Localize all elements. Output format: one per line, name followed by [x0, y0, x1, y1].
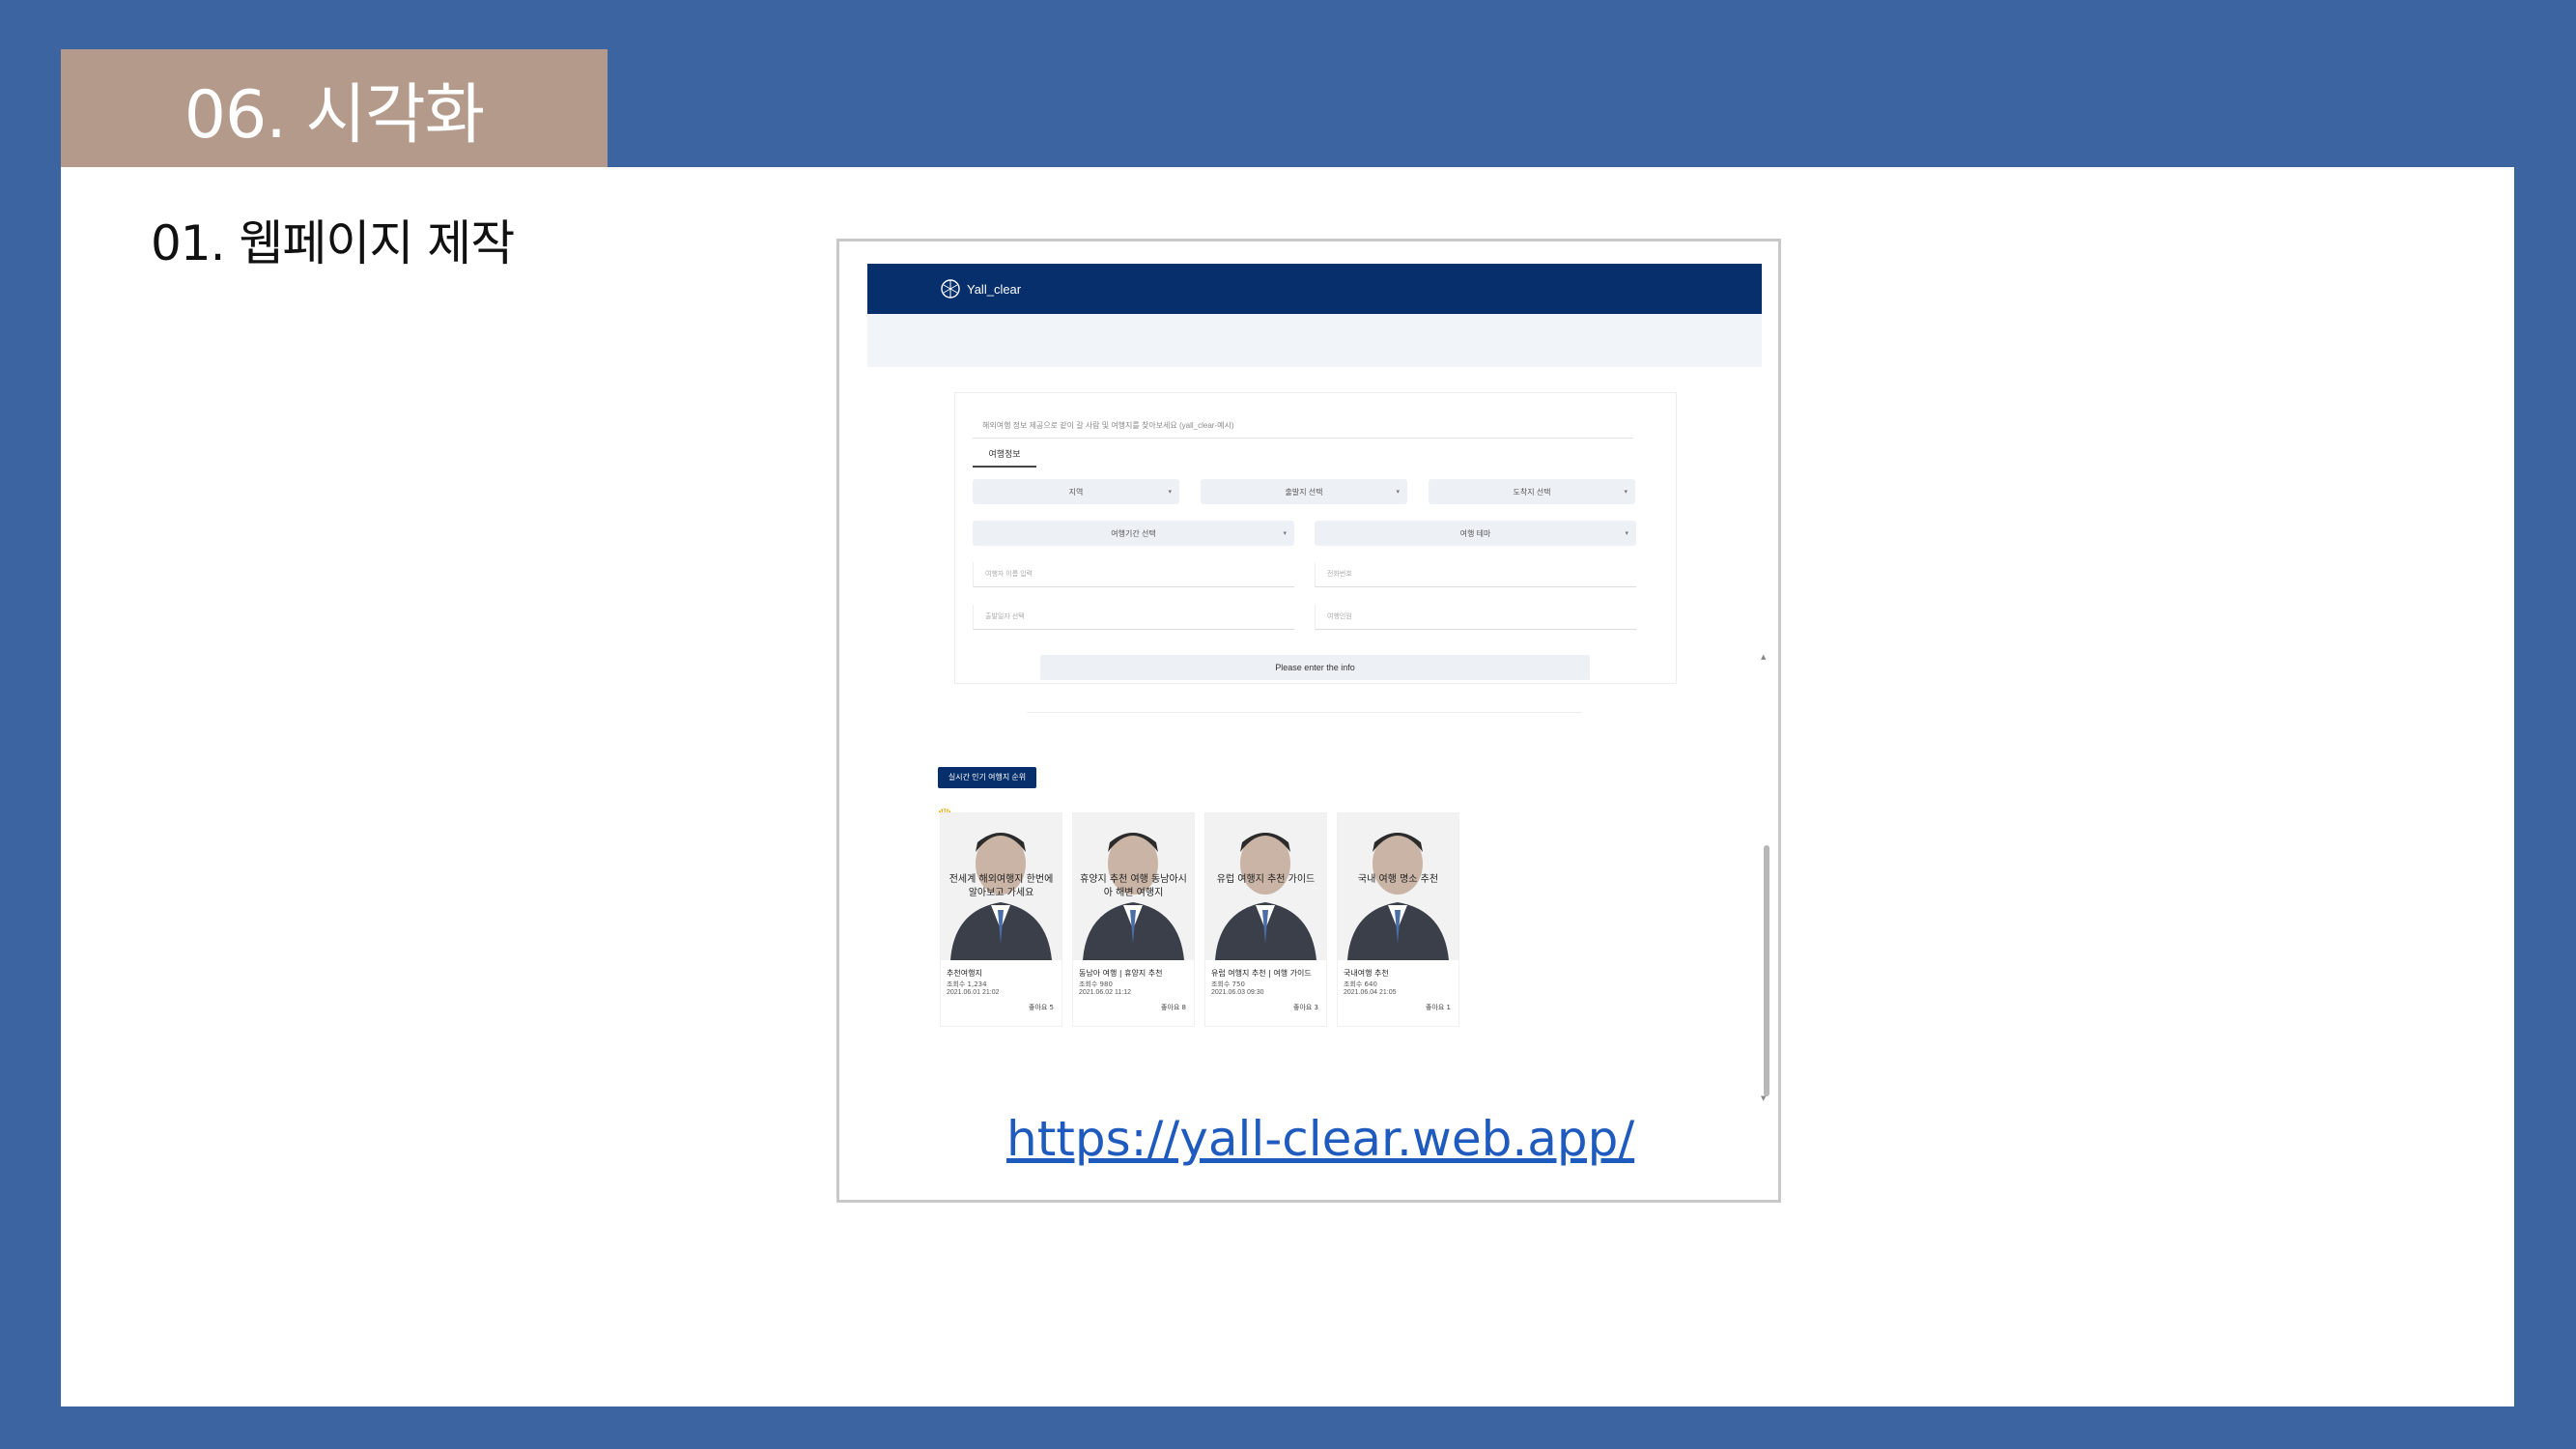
sub-header-bar	[867, 314, 1762, 367]
screenshot-frame	[836, 239, 1781, 1203]
theme-select[interactable]: 여행 테마 ▾	[1315, 521, 1636, 546]
card-date: 2021.06.03 09:30	[1211, 989, 1264, 996]
date-input[interactable]: 출발일자 선택	[973, 605, 1294, 630]
card-date: 2021.06.02 11:12	[1079, 989, 1131, 996]
card-likes: 좋아요 1	[1426, 1004, 1451, 1011]
chevron-down-icon: ▾	[1396, 489, 1400, 496]
destination-select-label: 도착지 선택	[1513, 487, 1551, 497]
name-input[interactable]: 여행자 이름 입력	[973, 562, 1294, 587]
chevron-down-icon: ▾	[1624, 489, 1628, 496]
website-link[interactable]: https://yall-clear.web.app/	[1006, 1111, 1634, 1167]
card-meta: 조회수 1,234	[947, 980, 987, 988]
scroll-down-icon[interactable]: ▼	[1761, 1094, 1766, 1102]
result-card[interactable]: 휴양지 추천 여행 동남아시아 해변 여행지 동남아 여행 | 휴양지 추천 조…	[1072, 812, 1195, 1027]
card-likes: 좋아요 3	[1293, 1004, 1318, 1011]
card-title: 동남아 여행 | 휴양지 추천	[1079, 969, 1163, 978]
theme-select-label: 여행 테마	[1459, 528, 1491, 538]
site-navbar: Yall_clear	[867, 264, 1762, 314]
card-overlay-text: 국내 여행 명소 추천	[1357, 874, 1439, 885]
card-title: 추천여행지	[947, 969, 982, 978]
section-title: 06. 시각화	[184, 76, 485, 154]
result-card[interactable]: 전세계 해외여행지 한번에 알아보고 가세요 추천여행지 조회수 1,234 2…	[940, 812, 1062, 1027]
result-card[interactable]: 국내 여행 명소 추천 국내여행 추천 조회수 640 2021.06.04 2…	[1337, 812, 1459, 1027]
card-meta: 조회수 640	[1344, 980, 1377, 988]
slide-subtitle: 01. 웹페이지 제작	[151, 215, 515, 271]
card-title: 국내여행 추천	[1344, 969, 1389, 978]
phone-input[interactable]: 전화번호	[1315, 562, 1636, 587]
destination-select[interactable]: 도착지 선택 ▾	[1429, 479, 1635, 504]
tab-travel-info[interactable]: 여행정보	[973, 442, 1036, 468]
people-input[interactable]: 여행인원	[1315, 605, 1636, 630]
departure-select[interactable]: 출발지 선택 ▾	[1201, 479, 1407, 504]
ranking-badge: 실시간 인기 여행지 순위	[938, 767, 1036, 788]
card-date: 2021.06.01 21:02	[947, 989, 1000, 996]
section-tab: 06. 시각화	[61, 49, 608, 167]
card-meta: 조회수 750	[1211, 980, 1245, 988]
card-likes: 좋아요 8	[1161, 1004, 1186, 1011]
globe-logo-icon[interactable]	[940, 278, 961, 299]
chevron-down-icon: ▾	[1168, 489, 1172, 496]
scrollbar-thumb[interactable]	[1764, 845, 1769, 1096]
result-card[interactable]: 유럽 여행지 추천 가이드 유럽 여행지 추천 | 여행 가이드 조회수 750…	[1204, 812, 1327, 1027]
departure-select-label: 출발지 선택	[1285, 487, 1323, 497]
card-photo	[1205, 813, 1326, 960]
period-select[interactable]: 여행기간 선택 ▾	[973, 521, 1294, 546]
period-select-label: 여행기간 선택	[1111, 528, 1156, 538]
brand-name[interactable]: Yall_clear	[967, 282, 1021, 297]
chevron-down-icon: ▾	[1625, 530, 1628, 537]
region-select[interactable]: 지역 ▾	[973, 479, 1179, 504]
card-meta: 조회수 980	[1079, 980, 1113, 988]
form-hint-text: 해외여행 정보 제공으로 같이 갈 사람 및 여행지를 찾아보세요 (yall_…	[973, 413, 1633, 439]
card-photo	[1338, 813, 1458, 960]
card-likes: 좋아요 5	[1029, 1004, 1054, 1011]
divider	[1027, 712, 1581, 713]
card-overlay-text: 유럽 여행지 추천 가이드	[1216, 874, 1316, 885]
scroll-up-icon[interactable]: ▲	[1761, 653, 1766, 661]
card-date: 2021.06.04 21:05	[1344, 989, 1397, 996]
card-overlay-text: 휴양지 추천 여행 동남아시아 해변 여행지	[1080, 874, 1187, 898]
region-select-label: 지역	[1068, 487, 1084, 497]
chevron-down-icon: ▾	[1283, 530, 1287, 537]
card-title: 유럽 여행지 추천 | 여행 가이드	[1211, 969, 1312, 978]
card-overlay-text: 전세계 해외여행지 한번에 알아보고 가세요	[948, 874, 1054, 898]
submit-button[interactable]: Please enter the info	[1040, 655, 1590, 680]
